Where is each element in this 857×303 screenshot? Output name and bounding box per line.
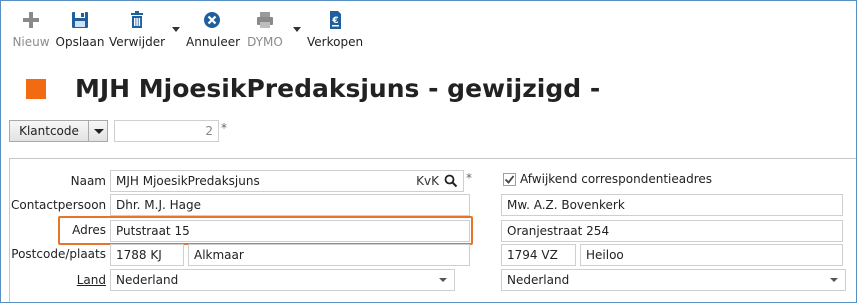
chevron-down-icon xyxy=(830,278,838,282)
corr-plaats-input[interactable]: Heiloo xyxy=(580,244,843,266)
label-postcode-plaats: Postcode/plaats xyxy=(11,247,106,261)
floppy-disk-icon xyxy=(72,12,88,28)
land-select[interactable]: Nederland xyxy=(110,269,455,291)
corr-adres-input[interactable]: Oranjestraat 254 xyxy=(501,220,843,242)
afwijkend-checkbox[interactable] xyxy=(503,173,516,186)
klantcode-button[interactable]: Klantcode xyxy=(9,120,89,142)
afwijkend-checkbox-label: Afwijkend correspondentieadres xyxy=(520,172,713,186)
land-value: Nederland xyxy=(116,273,179,287)
corr-land-select[interactable]: Nederland xyxy=(501,269,846,291)
label-naam: Naam xyxy=(70,174,106,188)
dymo-button[interactable]: DYMO xyxy=(243,9,287,53)
klantcode-value: 2 xyxy=(114,120,219,142)
label-land: Land xyxy=(76,273,106,287)
corr-land-value: Nederland xyxy=(507,273,570,287)
adres-input[interactable]: Putstraat 15 xyxy=(110,220,470,242)
new-button-label: Nieuw xyxy=(12,35,50,49)
cancel-button-label: Annuleer xyxy=(186,35,241,49)
delete-dropdown-icon[interactable] xyxy=(172,27,180,33)
klantcode-dropdown[interactable] xyxy=(88,120,108,142)
klantcode-required-mark: * xyxy=(221,121,227,135)
corr-naam-input[interactable]: Mw. A.Z. Bovenkerk xyxy=(501,194,843,216)
euro-document-icon: € xyxy=(330,11,341,29)
sell-button[interactable]: € Verkopen xyxy=(307,9,363,53)
status-indicator xyxy=(26,79,46,99)
dymo-dropdown-icon[interactable] xyxy=(293,27,301,33)
label-contactpersoon: Contactpersoon xyxy=(11,198,107,212)
chevron-down-icon xyxy=(94,129,104,134)
search-icon[interactable] xyxy=(444,174,458,188)
corr-postcode-input[interactable]: 1794 VZ xyxy=(501,244,576,266)
cancel-circle-icon xyxy=(204,12,220,28)
delete-button[interactable]: Verwijder xyxy=(109,9,165,53)
save-button[interactable]: Opslaan xyxy=(55,9,105,53)
checkmark-icon xyxy=(504,175,515,184)
window-frame: Nieuw Opslaan Verwijder Annuleer DYMO € … xyxy=(0,0,857,303)
dymo-button-label: DYMO xyxy=(247,35,283,49)
naam-required-mark: * xyxy=(466,171,472,185)
toolbar: Nieuw Opslaan Verwijder Annuleer DYMO € … xyxy=(1,1,856,57)
sell-button-label: Verkopen xyxy=(307,35,364,49)
delete-button-label: Verwijder xyxy=(109,35,166,49)
cancel-button[interactable]: Annuleer xyxy=(186,9,241,53)
page-title: MJH MjoesikPredaksjuns - gewijzigd - xyxy=(75,74,601,103)
save-button-label: Opslaan xyxy=(55,35,105,49)
kvk-lookup-label[interactable]: KvK xyxy=(416,171,439,191)
plaats-input[interactable]: Alkmaar xyxy=(188,244,470,266)
printer-icon xyxy=(257,12,273,28)
postcode-input[interactable]: 1788 KJ xyxy=(110,244,184,266)
svg-text:€: € xyxy=(331,16,338,26)
trash-icon xyxy=(131,11,143,28)
naam-input[interactable]: MJH MjoesikPredaksjuns KvK xyxy=(110,170,464,192)
contactpersoon-input[interactable]: Dhr. M.J. Hage xyxy=(110,194,470,216)
new-button[interactable]: Nieuw xyxy=(11,9,51,53)
plus-icon xyxy=(23,12,39,28)
chevron-down-icon xyxy=(439,278,447,282)
naam-value: MJH MjoesikPredaksjuns xyxy=(116,174,260,188)
